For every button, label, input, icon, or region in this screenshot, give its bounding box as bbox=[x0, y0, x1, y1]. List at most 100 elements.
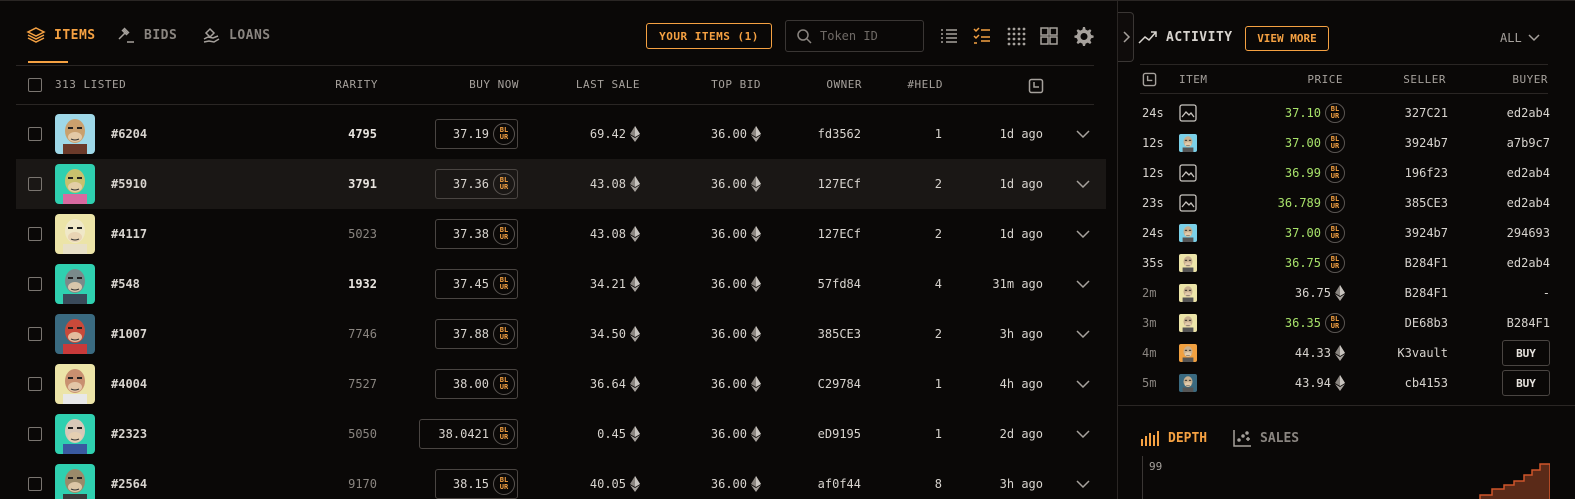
activity-buy-button[interactable]: BUY bbox=[1502, 370, 1550, 396]
expand-row-button[interactable] bbox=[1076, 159, 1090, 209]
token-id[interactable]: #2564 bbox=[111, 459, 147, 499]
buy-now-button[interactable]: 37.36 BL UR bbox=[435, 169, 518, 199]
dense-grid-icon[interactable] bbox=[1005, 25, 1027, 47]
seller-address[interactable]: 196f23 bbox=[1405, 158, 1448, 188]
buyer-address[interactable]: B284F1 bbox=[1507, 316, 1550, 330]
buy-now-button[interactable]: 38.0421 BL UR bbox=[419, 419, 518, 449]
header-buy-now[interactable]: BUY NOW bbox=[469, 78, 519, 91]
buy-now-button[interactable]: 37.38 BL UR bbox=[435, 219, 518, 249]
owner-address[interactable]: af0f44 bbox=[818, 459, 861, 499]
table-row[interactable]: #5910 3791 37.36 BL UR 43.08 36.00 127ECf… bbox=[16, 159, 1106, 209]
row-checkbox[interactable] bbox=[28, 177, 42, 191]
seller-address[interactable]: cb4153 bbox=[1405, 368, 1448, 398]
row-checkbox[interactable] bbox=[28, 427, 42, 441]
activity-row[interactable]: 24s 37.00 BL UR 3924b7 294693 bbox=[1140, 218, 1550, 248]
table-row[interactable]: #2323 5050 38.0421 BL UR 0.45 36.00 eD919… bbox=[16, 409, 1106, 459]
owner-address[interactable]: 127ECf bbox=[818, 159, 861, 209]
header-held[interactable]: #HELD bbox=[907, 78, 943, 91]
owner-address[interactable]: C29784 bbox=[818, 359, 861, 409]
seller-address[interactable]: 327C21 bbox=[1405, 98, 1448, 128]
tab-bids[interactable]: BIDS bbox=[116, 23, 177, 47]
activity-item[interactable] bbox=[1179, 98, 1197, 128]
activity-item[interactable] bbox=[1179, 338, 1197, 368]
activity-row[interactable]: 12s 37.00 BL UR 3924b7 a7b9c7 bbox=[1140, 128, 1550, 158]
buyer-address[interactable]: a7b9c7 bbox=[1507, 136, 1550, 150]
activity-item[interactable] bbox=[1179, 218, 1197, 248]
clock-icon[interactable] bbox=[1028, 78, 1044, 94]
header-rarity[interactable]: RARITY bbox=[335, 78, 378, 91]
buy-now-button[interactable]: 37.19 BL UR bbox=[435, 119, 518, 149]
expand-row-button[interactable] bbox=[1076, 459, 1090, 499]
nft-thumbnail[interactable] bbox=[55, 164, 95, 204]
activity-item[interactable] bbox=[1179, 128, 1197, 158]
buyer-address[interactable]: ed2ab4 bbox=[1507, 256, 1550, 270]
buy-now-button[interactable]: 38.00 BL UR bbox=[435, 369, 518, 399]
activity-item[interactable] bbox=[1179, 308, 1197, 338]
seller-address[interactable]: B284F1 bbox=[1405, 248, 1448, 278]
token-id[interactable]: #5910 bbox=[111, 159, 147, 209]
table-row[interactable]: #2564 9170 38.15 BL UR 40.05 36.00 af0f44… bbox=[16, 459, 1106, 499]
view-more-button[interactable]: VIEW MORE bbox=[1245, 26, 1329, 51]
header-last-sale[interactable]: LAST SALE bbox=[576, 78, 640, 91]
expand-row-button[interactable] bbox=[1076, 409, 1090, 459]
row-checkbox[interactable] bbox=[28, 127, 42, 141]
token-id[interactable]: #548 bbox=[111, 259, 140, 309]
activity-row[interactable]: 35s 36.75 BL UR B284F1 ed2ab4 bbox=[1140, 248, 1550, 278]
table-row[interactable]: #1007 7746 37.88 BL UR 34.50 36.00 385CE3… bbox=[16, 309, 1106, 359]
table-row[interactable]: #548 1932 37.45 BL UR 34.21 36.00 57fd84 … bbox=[16, 259, 1106, 309]
row-checkbox[interactable] bbox=[28, 277, 42, 291]
activity-filter-dropdown[interactable]: ALL bbox=[1500, 31, 1540, 45]
buyer-address[interactable]: ed2ab4 bbox=[1507, 166, 1550, 180]
buyer-address[interactable]: - bbox=[1543, 286, 1550, 300]
row-checkbox[interactable] bbox=[28, 327, 42, 341]
buyer-address[interactable]: 294693 bbox=[1507, 226, 1550, 240]
owner-address[interactable]: 127ECf bbox=[818, 209, 861, 259]
buy-now-button[interactable]: 37.45 BL UR bbox=[435, 269, 518, 299]
activity-row[interactable]: 4m 44.33 K3vault BUY bbox=[1140, 338, 1550, 368]
table-row[interactable]: #4117 5023 37.38 BL UR 43.08 36.00 127ECf… bbox=[16, 209, 1106, 259]
seller-address[interactable]: DE68b3 bbox=[1405, 308, 1448, 338]
activity-item[interactable] bbox=[1179, 158, 1197, 188]
seller-address[interactable]: 3924b7 bbox=[1405, 218, 1448, 248]
detailed-list-view-icon[interactable] bbox=[971, 25, 993, 47]
table-row[interactable]: #6204 4795 37.19 BL UR 69.42 36.00 fd3562… bbox=[16, 109, 1106, 159]
activity-row[interactable]: 3m 36.35 BL UR DE68b3 B284F1 bbox=[1140, 308, 1550, 338]
activity-item[interactable] bbox=[1179, 368, 1197, 398]
token-id-input[interactable] bbox=[820, 29, 920, 43]
buy-now-button[interactable]: 37.88 BL UR bbox=[435, 319, 518, 349]
nft-thumbnail[interactable] bbox=[55, 264, 95, 304]
table-row[interactable]: #4004 7527 38.00 BL UR 36.64 36.00 C29784… bbox=[16, 359, 1106, 409]
seller-address[interactable]: K3vault bbox=[1397, 338, 1448, 368]
row-checkbox[interactable] bbox=[28, 477, 42, 491]
owner-address[interactable]: fd3562 bbox=[818, 109, 861, 159]
activity-buy-button[interactable]: BUY bbox=[1502, 340, 1550, 366]
nft-thumbnail[interactable] bbox=[55, 114, 95, 154]
expand-row-button[interactable] bbox=[1076, 309, 1090, 359]
nft-thumbnail[interactable] bbox=[55, 314, 95, 354]
nft-thumbnail[interactable] bbox=[55, 214, 95, 254]
nft-thumbnail[interactable] bbox=[55, 414, 95, 454]
expand-row-button[interactable] bbox=[1076, 359, 1090, 409]
expand-row-button[interactable] bbox=[1076, 259, 1090, 309]
tab-loans[interactable]: LOANS bbox=[201, 23, 271, 47]
header-top-bid[interactable]: TOP BID bbox=[711, 78, 761, 91]
token-id[interactable]: #4117 bbox=[111, 209, 147, 259]
owner-address[interactable]: 57fd84 bbox=[818, 259, 861, 309]
grid-view-icon[interactable] bbox=[1038, 25, 1060, 47]
row-checkbox[interactable] bbox=[28, 377, 42, 391]
list-view-icon[interactable] bbox=[938, 25, 960, 47]
row-checkbox[interactable] bbox=[28, 227, 42, 241]
expand-row-button[interactable] bbox=[1076, 109, 1090, 159]
your-items-button[interactable]: YOUR ITEMS (1) bbox=[646, 23, 772, 49]
activity-row[interactable]: 2m 36.75 B284F1 - bbox=[1140, 278, 1550, 308]
tab-items[interactable]: ITEMS bbox=[26, 23, 96, 47]
activity-item[interactable] bbox=[1179, 188, 1197, 218]
tab-depth[interactable]: DEPTH bbox=[1140, 426, 1207, 450]
owner-address[interactable]: 385CE3 bbox=[818, 309, 861, 359]
token-id[interactable]: #2323 bbox=[111, 409, 147, 459]
nft-thumbnail[interactable] bbox=[55, 464, 95, 499]
token-id[interactable]: #1007 bbox=[111, 309, 147, 359]
activity-row[interactable]: 23s 36.789 BL UR 385CE3 ed2ab4 bbox=[1140, 188, 1550, 218]
buyer-address[interactable]: ed2ab4 bbox=[1507, 106, 1550, 120]
token-id[interactable]: #4004 bbox=[111, 359, 147, 409]
